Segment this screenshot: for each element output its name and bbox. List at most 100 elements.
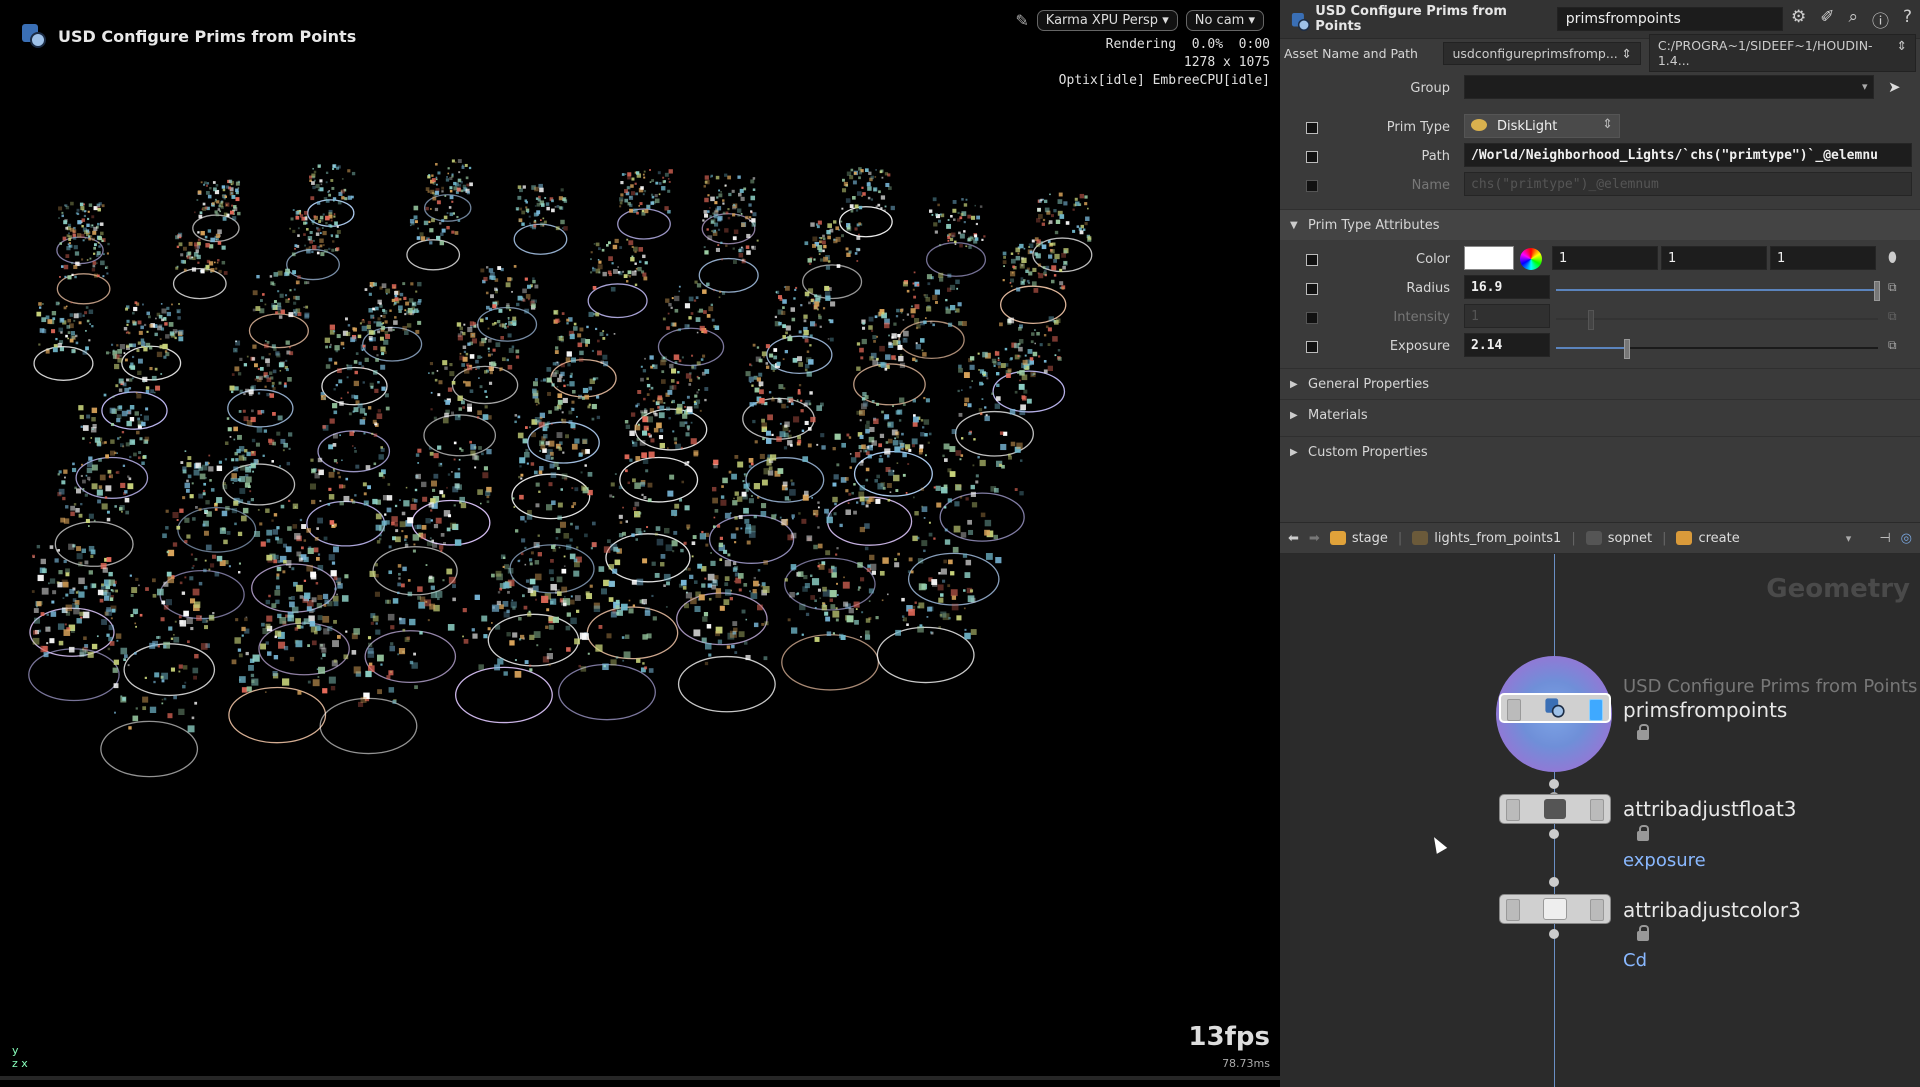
exposure-slider[interactable] [1556,339,1878,359]
network-editor[interactable]: Geometry USD Configure Prims from Points… [1280,554,1920,1087]
section-general-properties[interactable]: ▶ General Properties [1280,368,1920,399]
render-stats: Rendering 0.0% 0:00 1278 x 1075 Optix[id… [1059,36,1270,90]
output-connector[interactable] [1549,779,1559,789]
display-flag[interactable] [1589,699,1603,721]
display-flag[interactable] [1590,899,1604,921]
intensity-checkbox[interactable] [1306,312,1318,324]
color-wheel-icon[interactable] [1520,248,1542,270]
forward-arrow-icon[interactable]: ➡ [1309,531,1320,546]
color-checkbox[interactable] [1306,254,1318,266]
path-checkbox[interactable] [1306,151,1318,163]
disk-light [657,280,726,367]
intensity-slider[interactable] [1556,310,1878,330]
help-icon[interactable]: ? [1903,7,1912,32]
name-field[interactable]: chs("primtype")_@elemnum [1464,172,1912,196]
asset-name-dropdown[interactable]: usdconfigureprimsfromp... ⇕ [1443,41,1641,65]
node-type-icon [20,22,48,50]
bypass-flag[interactable] [1506,899,1520,921]
radius-field[interactable]: 16.9 [1464,275,1550,299]
axis-gizmo: y z x [12,1044,28,1070]
radius-slider[interactable] [1556,281,1880,301]
frame-time-readout: 78.73ms [1222,1057,1270,1070]
intensity-field[interactable]: 1 [1464,304,1550,328]
render-scene [28,159,1093,778]
color-g-field[interactable]: 1 [1661,246,1767,270]
target-icon[interactable]: ◎ [1901,531,1912,546]
viewport-divider [0,1076,1280,1080]
section-custom-properties[interactable]: ▶ Custom Properties [1280,436,1920,467]
group-field[interactable] [1464,75,1874,99]
channel-icon[interactable]: ⧉ [1888,309,1906,325]
dropper-icon[interactable]: ⬮ [1888,250,1897,266]
prim-type-dropdown[interactable]: DiskLight ⇕ [1464,114,1620,138]
chevron-down-icon[interactable]: ▾ [1862,80,1868,93]
section-prim-type-attributes[interactable]: ▼ Prim Type Attributes [1280,209,1920,240]
path-field[interactable]: /World/Neighborhood_Lights/`chs("primtyp… [1464,143,1912,167]
mouse-cursor [1428,834,1448,854]
prim-type-checkbox[interactable] [1306,122,1318,134]
node-name-field[interactable]: primsfrompoints [1556,7,1783,31]
breadcrumb-stage[interactable]: stage [1329,531,1388,546]
radius-slider-fill [1556,289,1878,291]
output-connector[interactable] [1549,829,1559,839]
color-label: Color [1416,252,1450,267]
camera-menu-button[interactable]: No cam ▾ [1185,10,1264,31]
intensity-slider-knob[interactable] [1588,310,1594,330]
node-primsfrompoints[interactable] [1499,693,1611,723]
bypass-flag[interactable] [1506,799,1520,821]
chevron-down-icon: ▾ [1162,13,1169,28]
disk-light [898,271,967,360]
updown-icon: ⇕ [1602,117,1613,132]
lock-icon[interactable] [1637,925,1649,941]
radius-checkbox[interactable] [1306,283,1318,295]
color-r-field[interactable]: 1 [1552,246,1658,270]
search-icon[interactable]: ⌕ [1848,7,1858,32]
disk-light [781,562,880,691]
node-name-label: attribadjustfloat3 [1623,797,1797,821]
exposure-slider-knob[interactable] [1623,339,1630,359]
breadcrumb-lights[interactable]: lights_from_points1 [1412,531,1561,546]
arrow-select-icon[interactable]: ➤ [1888,78,1901,96]
pencil-icon[interactable]: ✎ [1015,11,1028,30]
chevron-down-icon[interactable]: ▾ [1846,532,1852,545]
bypass-flag[interactable] [1507,699,1521,721]
pin-icon[interactable]: ⊣ [1879,531,1890,546]
viewport-title-text: USD Configure Prims from Points [58,26,357,46]
section-materials[interactable]: ▶ Materials [1280,399,1920,430]
disk-light [56,233,111,305]
breadcrumb-create[interactable]: create [1676,531,1740,546]
back-arrow-icon[interactable]: ⬅ [1288,531,1299,546]
disk-light [423,159,473,222]
node-attribadjustfloat3[interactable] [1499,794,1611,824]
asset-row: Asset Name and Path usdconfigureprimsfro… [1280,34,1920,72]
input-connector[interactable] [1549,877,1559,887]
renderer-menu-button[interactable]: Karma XPU Persp ▾ [1036,10,1178,31]
disk-light [362,281,423,362]
node-name-label: attribadjustcolor3 [1623,898,1801,922]
disk-light [513,183,568,255]
asset-path-dropdown[interactable]: C:/PROGRA~1/SIDEEF~1/HOUDIN-1.4... ⇕ [1648,34,1916,72]
display-flag[interactable] [1590,799,1604,821]
output-connector[interactable] [1549,929,1559,939]
channel-icon[interactable]: ⧉ [1888,338,1906,354]
radius-slider-knob[interactable] [1874,281,1880,301]
breadcrumb-sopnet[interactable]: sopnet [1585,531,1652,546]
exposure-field[interactable]: 2.14 [1464,333,1550,357]
color-b-field[interactable]: 1 [1770,246,1876,270]
disk-light [925,197,987,277]
disk-light [286,209,341,281]
disk-light [364,563,457,683]
exposure-checkbox[interactable] [1306,341,1318,353]
node-attribadjustcolor3[interactable] [1499,894,1611,924]
renderer-label: Karma XPU Persp [1045,13,1159,28]
color-swatch[interactable] [1464,246,1514,270]
channel-icon[interactable]: ⧉ [1888,280,1906,296]
brush-icon[interactable]: ✐ [1820,7,1834,32]
lock-icon[interactable] [1637,825,1649,841]
lock-icon[interactable] [1637,724,1649,740]
info-icon[interactable]: ⓘ [1872,7,1889,32]
viewport[interactable]: USD Configure Prims from Points ✎ Karma … [0,0,1280,1080]
name-checkbox[interactable] [1306,180,1318,192]
exposure-slider-fill [1556,347,1624,349]
gear-icon[interactable]: ⚙ [1791,7,1806,32]
